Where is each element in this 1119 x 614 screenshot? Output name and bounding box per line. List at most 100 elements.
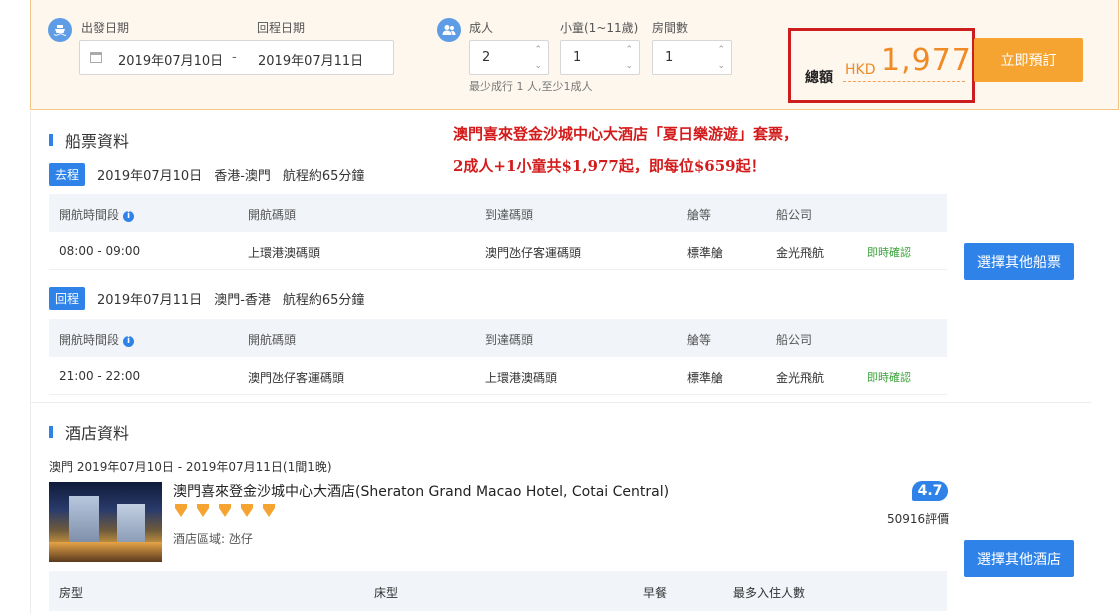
- hotel-section-label: 酒店資料: [65, 424, 130, 443]
- change-ferry-button[interactable]: 選擇其他船票: [964, 243, 1074, 280]
- hotel-section-title: 酒店資料: [49, 420, 129, 444]
- date-separator: -: [232, 50, 237, 65]
- col-arrival-pier-header: 到達碼頭: [485, 333, 534, 347]
- col-arrival-pier-header: 到達碼頭: [485, 208, 534, 222]
- currency: HKD: [845, 62, 876, 78]
- hotel-name[interactable]: 澳門喜來登金沙城中心大酒店(Sheraton Grand Macao Hotel…: [173, 481, 669, 501]
- arrival-pier: 澳門氹仔客運碼頭: [485, 246, 582, 260]
- col-bed-type-header: 床型: [374, 586, 399, 600]
- ferry-company: 金光飛航: [776, 246, 825, 260]
- room-label: 房間數: [652, 21, 689, 35]
- promo-line-1: 澳門喜來登金沙城中心大酒店「夏日樂游遊」套票，: [453, 125, 799, 143]
- table-row: 21:00 - 22:00 澳門氹仔客運碼頭 上環港澳碼頭 標準艙 金光飛航 即…: [49, 357, 947, 395]
- ferry-company: 金光飛航: [776, 371, 825, 385]
- promo-line-2: 2成人+1小童共$1,977起，即每位$659起！: [453, 157, 766, 175]
- book-now-button[interactable]: 立即預訂: [974, 38, 1083, 82]
- col-time-header: 開航時間段 i: [59, 206, 135, 223]
- adult-stepper[interactable]: 2 ⌃ ⌄: [469, 40, 549, 75]
- outbound-duration: 航程約65分鐘: [282, 169, 365, 184]
- diamond-icon: [261, 504, 277, 518]
- outbound-tag: 去程: [49, 163, 86, 186]
- total-label: 總額: [805, 70, 833, 86]
- departure-time: 21:00 - 22:00: [59, 369, 141, 383]
- section-divider: [31, 402, 1091, 403]
- outbound-table-header: 開航時間段 i 開航碼頭 到達碼頭 艙等 船公司: [49, 194, 947, 232]
- return-date: 2019年07月11日: [97, 293, 203, 308]
- cabin-class: 標準艙: [687, 246, 724, 260]
- diamond-icon: [173, 504, 189, 518]
- depart-date-value[interactable]: 2019年07月10日: [118, 50, 223, 69]
- date-range-picker[interactable]: 2019年07月10日 - 2019年07月11日: [79, 40, 394, 75]
- confirm-status: 即時確認: [867, 246, 911, 259]
- hotel-area: 酒店區域: 氹仔: [173, 532, 253, 546]
- outbound-trip-header: 去程 2019年07月10日 香港-澳門 航程約65分鐘: [49, 163, 376, 186]
- chevron-up-icon[interactable]: ⌃: [717, 45, 725, 55]
- diamond-icon: [239, 504, 255, 518]
- change-hotel-button[interactable]: 選擇其他酒店: [964, 540, 1074, 577]
- col-company-header: 船公司: [776, 333, 813, 347]
- child-count[interactable]: 1: [573, 50, 581, 65]
- return-tag: 回程: [49, 287, 86, 310]
- adult-label: 成人: [469, 21, 494, 35]
- table-row: 08:00 - 09:00 上環港澳碼頭 澳門氹仔客運碼頭 標準艙 金光飛航 即…: [49, 232, 947, 270]
- return-table-header: 開航時間段 i 開航碼頭 到達碼頭 艙等 船公司: [49, 319, 947, 357]
- total-price: 總額 HKD 1,977: [788, 28, 975, 103]
- price-underline: [843, 81, 965, 82]
- ferry-icon: [48, 18, 72, 42]
- departure-pier: 澳門氹仔客運碼頭: [248, 371, 345, 385]
- hotel-stay-info: 澳門 2019年07月10日 - 2019年07月11日(1間1晚): [49, 460, 332, 474]
- section-marker: [49, 134, 53, 146]
- col-time-header: 開航時間段 i: [59, 331, 135, 348]
- col-departure-pier-header: 開航碼頭: [248, 333, 297, 347]
- cabin-class: 標準艙: [687, 371, 724, 385]
- room-count[interactable]: 1: [665, 50, 673, 65]
- total-amount: 1,977: [881, 43, 972, 78]
- confirm-status: 即時確認: [867, 371, 911, 384]
- room-table-header: 房型 床型 早餐 最多入住人數: [49, 571, 947, 611]
- col-class-header: 艙等: [687, 208, 712, 222]
- departure-time: 08:00 - 09:00: [59, 244, 141, 258]
- rating-badge: 4.7: [912, 481, 948, 501]
- col-breakfast-header: 早餐: [643, 586, 668, 600]
- calendar-icon: [90, 52, 102, 63]
- arrival-pier: 上環港澳碼頭: [485, 371, 558, 385]
- main-panel: 船票資料 澳門喜來登金沙城中心大酒店「夏日樂游遊」套票， 2成人+1小童共$1,…: [30, 111, 1119, 614]
- chevron-up-icon[interactable]: ⌃: [534, 45, 542, 55]
- chevron-down-icon[interactable]: ⌄: [717, 61, 725, 71]
- ferry-section-title: 船票資料: [49, 128, 129, 152]
- return-route: 澳門-香港: [214, 293, 271, 308]
- diamond-icon: [195, 504, 211, 518]
- adult-count[interactable]: 2: [482, 50, 490, 65]
- diamond-icon: [217, 504, 233, 518]
- guests-icon: [437, 18, 461, 42]
- room-stepper[interactable]: 1 ⌃ ⌄: [652, 40, 732, 75]
- info-icon[interactable]: i: [123, 211, 135, 222]
- return-trip-header: 回程 2019年07月11日 澳門-香港 航程約65分鐘: [49, 287, 376, 310]
- chevron-up-icon[interactable]: ⌃: [625, 45, 633, 55]
- depart-date-label: 出發日期: [81, 21, 130, 35]
- chevron-down-icon[interactable]: ⌄: [625, 61, 633, 71]
- photo-lights: [49, 542, 162, 562]
- review-count[interactable]: 50916評價: [887, 510, 949, 527]
- col-room-type-header: 房型: [59, 586, 84, 600]
- col-company-header: 船公司: [776, 208, 813, 222]
- return-date-value[interactable]: 2019年07月11日: [258, 50, 363, 69]
- child-stepper[interactable]: 1 ⌃ ⌄: [560, 40, 640, 75]
- outbound-route: 香港-澳門: [214, 169, 271, 184]
- chevron-down-icon[interactable]: ⌄: [534, 61, 542, 71]
- info-icon[interactable]: i: [123, 336, 135, 347]
- outbound-date: 2019年07月10日: [97, 169, 203, 184]
- section-marker: [49, 426, 53, 438]
- col-departure-pier-header: 開航碼頭: [248, 208, 297, 222]
- col-max-occupancy-header: 最多入住人數: [733, 586, 806, 600]
- col-time-label: 開航時間段: [59, 333, 120, 347]
- departure-pier: 上環港澳碼頭: [248, 246, 321, 260]
- hotel-star-rating: [173, 504, 283, 518]
- col-time-label: 開航時間段: [59, 208, 120, 222]
- return-date-label: 回程日期: [257, 21, 306, 35]
- return-duration: 航程約65分鐘: [282, 293, 365, 308]
- booking-bar: 出發日期 回程日期 2019年07月10日 - 2019年07月11日 成人 小…: [30, 0, 1119, 110]
- guest-hint: 最少成行 1 人,至少1成人: [469, 80, 593, 93]
- col-class-header: 艙等: [687, 333, 712, 347]
- hotel-photo[interactable]: [49, 482, 162, 562]
